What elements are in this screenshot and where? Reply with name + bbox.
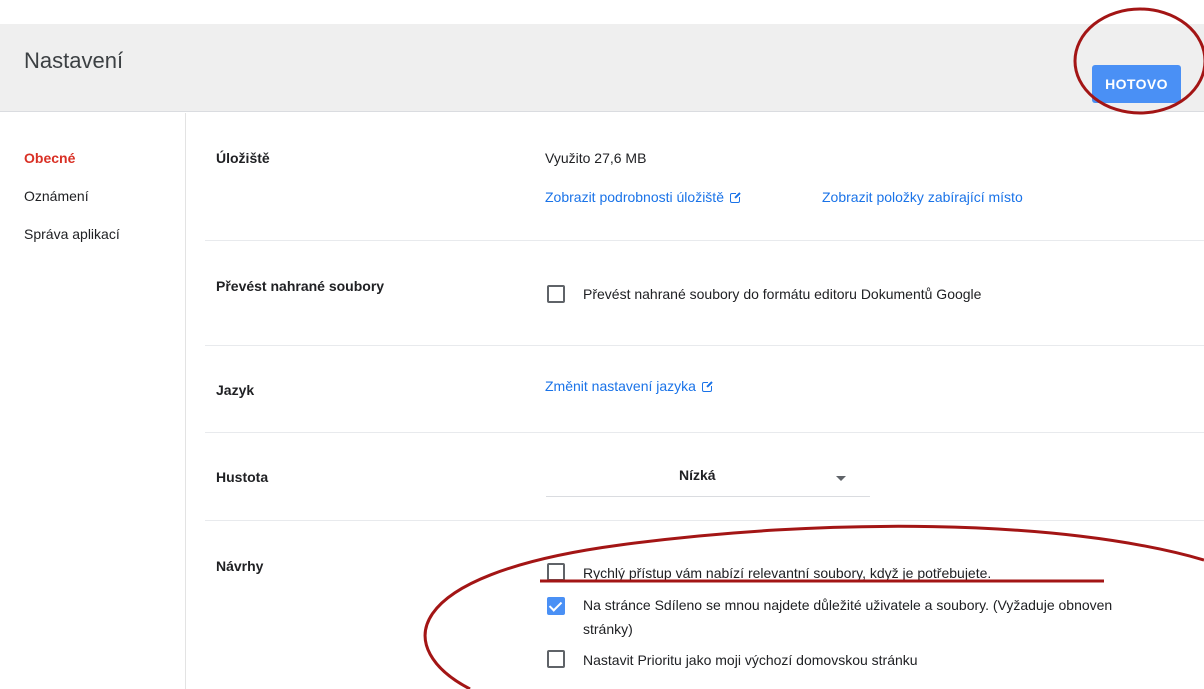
section-divider <box>205 240 1204 241</box>
convert-checkbox[interactable] <box>547 285 565 303</box>
done-button[interactable]: HOTOVO <box>1092 65 1181 103</box>
storage-used: Využito 27,6 MB <box>545 150 647 166</box>
change-language-link[interactable]: Změnit nastavení jazyka <box>545 378 714 394</box>
sidebar-item-notifications[interactable]: Oznámení <box>24 188 174 226</box>
dropdown-arrow-icon <box>836 476 846 481</box>
shared-with-me-checkbox[interactable] <box>547 597 565 615</box>
quick-access-checkbox[interactable] <box>547 563 565 581</box>
storage-details-link-label: Zobrazit podrobnosti úložiště <box>545 189 724 205</box>
storage-items-link[interactable]: Zobrazit položky zabírající místo <box>822 189 1023 205</box>
sidebar-nav: Obecné Oznámení Správa aplikací <box>24 150 174 264</box>
section-divider <box>205 432 1204 433</box>
density-label: Hustota <box>216 469 269 485</box>
shared-with-me-text: Na stránce Sdíleno se mnou najdete důlež… <box>583 597 1113 613</box>
page-title: Nastavení <box>24 48 124 73</box>
priority-home-checkbox[interactable] <box>547 650 565 668</box>
language-label: Jazyk <box>216 382 255 398</box>
external-link-icon <box>701 380 714 392</box>
external-link-icon <box>730 191 742 203</box>
section-divider <box>205 520 1204 521</box>
change-language-link-label: Změnit nastavení jazyka <box>545 378 696 394</box>
storage-label: Úložiště <box>216 150 270 166</box>
quick-access-text: Rychlý přístup vám nabízí relevantní sou… <box>583 565 992 581</box>
checkmark-icon <box>548 598 563 612</box>
sidebar-item-app-management[interactable]: Správa aplikací <box>24 226 174 264</box>
sidebar-item-general[interactable]: Obecné <box>24 150 174 188</box>
settings-header: Nastavení HOTOVO <box>0 24 1204 112</box>
shared-with-me-text-line2: stránky) <box>583 621 633 637</box>
priority-home-text: Nastavit Prioritu jako moji výchozí domo… <box>583 652 918 668</box>
suggestions-label: Návrhy <box>216 558 264 574</box>
section-divider <box>205 345 1204 346</box>
density-select[interactable]: Nízká <box>546 460 870 497</box>
convert-option-text: Převést nahrané soubory do formátu edito… <box>583 286 982 302</box>
sidebar-divider <box>185 113 186 689</box>
convert-label: Převést nahrané soubory <box>216 278 385 294</box>
storage-details-link[interactable]: Zobrazit podrobnosti úložiště <box>545 189 742 205</box>
density-value: Nízká <box>679 467 716 483</box>
